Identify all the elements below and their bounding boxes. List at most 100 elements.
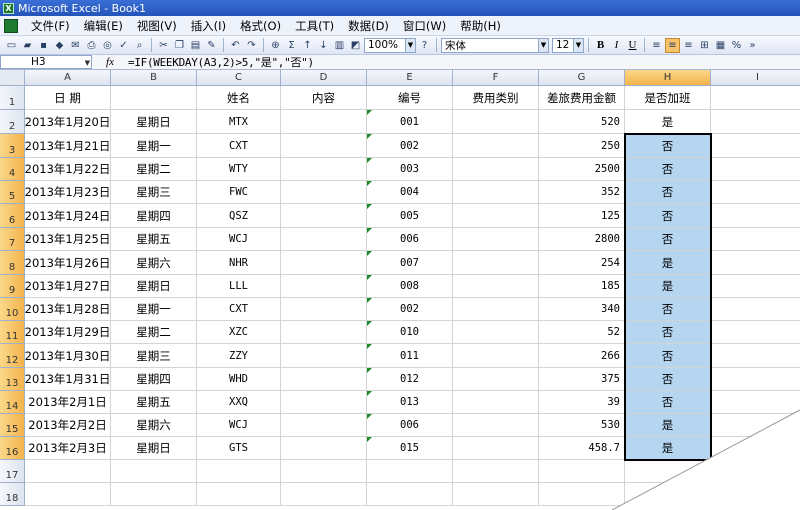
- header-cell-overtime[interactable]: 是否加班: [625, 86, 711, 110]
- cell[interactable]: [711, 414, 800, 437]
- column-header-f[interactable]: F: [453, 70, 539, 86]
- name-cell[interactable]: XZC: [197, 321, 281, 344]
- number-cell[interactable]: 005: [367, 204, 453, 228]
- underline-button[interactable]: U: [625, 38, 640, 53]
- align-center-icon[interactable]: ≡: [665, 37, 680, 53]
- expense-type-cell[interactable]: [453, 298, 539, 321]
- weekday-cell[interactable]: 星期一: [111, 134, 197, 158]
- drawing-icon[interactable]: ◩: [348, 38, 363, 53]
- weekday-cell[interactable]: 星期日: [111, 110, 197, 134]
- percent-button[interactable]: %: [729, 38, 744, 53]
- name-cell[interactable]: CXT: [197, 298, 281, 321]
- name-cell[interactable]: WTY: [197, 158, 281, 181]
- paste-icon[interactable]: ▤: [188, 38, 203, 53]
- amount-cell[interactable]: 375: [539, 368, 625, 391]
- row-header[interactable]: 7: [0, 228, 25, 251]
- weekday-cell[interactable]: 星期三: [111, 181, 197, 204]
- row-header[interactable]: 6: [0, 204, 25, 228]
- cell[interactable]: [711, 483, 800, 506]
- amount-cell[interactable]: 458.7: [539, 437, 625, 460]
- row-header[interactable]: 2: [0, 110, 25, 134]
- new-document-icon[interactable]: ▭: [4, 38, 19, 53]
- amount-cell[interactable]: 520: [539, 110, 625, 134]
- name-cell[interactable]: NHR: [197, 251, 281, 275]
- number-cell[interactable]: 003: [367, 158, 453, 181]
- row-header[interactable]: 5: [0, 181, 25, 204]
- cell[interactable]: [711, 86, 800, 110]
- content-cell[interactable]: [281, 158, 367, 181]
- cell[interactable]: [711, 391, 800, 414]
- column-header-c[interactable]: C: [197, 70, 281, 86]
- date-cell[interactable]: 2013年1月21日: [25, 134, 111, 158]
- row-header[interactable]: 15: [0, 414, 25, 437]
- expense-type-cell[interactable]: [453, 321, 539, 344]
- content-cell[interactable]: [281, 321, 367, 344]
- weekday-cell[interactable]: 星期日: [111, 437, 197, 460]
- cell[interactable]: [453, 483, 539, 506]
- expense-type-cell[interactable]: [453, 275, 539, 298]
- cell[interactable]: [625, 483, 711, 506]
- content-cell[interactable]: [281, 298, 367, 321]
- amount-cell[interactable]: 125: [539, 204, 625, 228]
- cell[interactable]: [625, 460, 711, 483]
- date-cell[interactable]: 2013年1月25日: [25, 228, 111, 251]
- content-cell[interactable]: [281, 414, 367, 437]
- content-cell[interactable]: [281, 437, 367, 460]
- weekday-cell[interactable]: 星期日: [111, 275, 197, 298]
- chart-wizard-icon[interactable]: ▥: [332, 38, 347, 53]
- header-cell-empty[interactable]: [111, 86, 197, 110]
- date-cell[interactable]: 2013年1月26日: [25, 251, 111, 275]
- cell[interactable]: [711, 298, 800, 321]
- row-header[interactable]: 17: [0, 460, 25, 483]
- column-header-a[interactable]: A: [25, 70, 111, 86]
- cell[interactable]: [111, 460, 197, 483]
- row-header[interactable]: 1: [0, 86, 25, 110]
- align-right-icon[interactable]: ≡: [681, 38, 696, 53]
- weekday-cell[interactable]: 星期五: [111, 391, 197, 414]
- expense-type-cell[interactable]: [453, 251, 539, 275]
- number-cell[interactable]: 011: [367, 344, 453, 368]
- content-cell[interactable]: [281, 228, 367, 251]
- amount-cell[interactable]: 530: [539, 414, 625, 437]
- overtime-cell[interactable]: 否: [625, 181, 711, 204]
- cell[interactable]: [711, 228, 800, 251]
- expense-type-cell[interactable]: [453, 391, 539, 414]
- name-cell[interactable]: WCJ: [197, 228, 281, 251]
- amount-cell[interactable]: 250: [539, 134, 625, 158]
- content-cell[interactable]: [281, 275, 367, 298]
- formula-input[interactable]: =IF(WEEKDAY(A3,2)>5,"是","否"): [128, 54, 314, 70]
- amount-cell[interactable]: 254: [539, 251, 625, 275]
- align-left-icon[interactable]: ≡: [649, 38, 664, 53]
- cell[interactable]: [711, 437, 800, 460]
- number-cell[interactable]: 015: [367, 437, 453, 460]
- menu-view[interactable]: 视图(V): [130, 17, 184, 35]
- weekday-cell[interactable]: 星期三: [111, 344, 197, 368]
- worksheet-grid[interactable]: A B C D E F G H I 1 2 3 4 5 6 7 8 9 10 11 12 13 14 15 16 17 18 日 期姓…: [0, 70, 800, 510]
- weekday-cell[interactable]: 星期六: [111, 251, 197, 275]
- number-cell[interactable]: 008: [367, 275, 453, 298]
- cell[interactable]: [453, 460, 539, 483]
- name-cell[interactable]: FWC: [197, 181, 281, 204]
- column-header-e[interactable]: E: [367, 70, 453, 86]
- format-painter-icon[interactable]: ✎: [204, 38, 219, 53]
- row-header[interactable]: 8: [0, 251, 25, 275]
- cell[interactable]: [711, 460, 800, 483]
- content-cell[interactable]: [281, 181, 367, 204]
- cell[interactable]: [711, 368, 800, 391]
- date-cell[interactable]: 2013年1月24日: [25, 204, 111, 228]
- weekday-cell[interactable]: 星期二: [111, 321, 197, 344]
- weekday-cell[interactable]: 星期一: [111, 298, 197, 321]
- cell[interactable]: [539, 483, 625, 506]
- weekday-cell[interactable]: 星期四: [111, 204, 197, 228]
- insert-function-icon[interactable]: fx: [92, 56, 128, 68]
- overtime-cell[interactable]: 否: [625, 391, 711, 414]
- row-header[interactable]: 3: [0, 134, 25, 158]
- overtime-cell[interactable]: 否: [625, 298, 711, 321]
- bold-button[interactable]: B: [593, 38, 608, 53]
- cell[interactable]: [711, 204, 800, 228]
- row-header[interactable]: 9: [0, 275, 25, 298]
- cell[interactable]: [25, 483, 111, 506]
- row-header[interactable]: 18: [0, 483, 25, 506]
- number-cell[interactable]: 006: [367, 228, 453, 251]
- sort-descending-icon[interactable]: ↓: [316, 38, 331, 53]
